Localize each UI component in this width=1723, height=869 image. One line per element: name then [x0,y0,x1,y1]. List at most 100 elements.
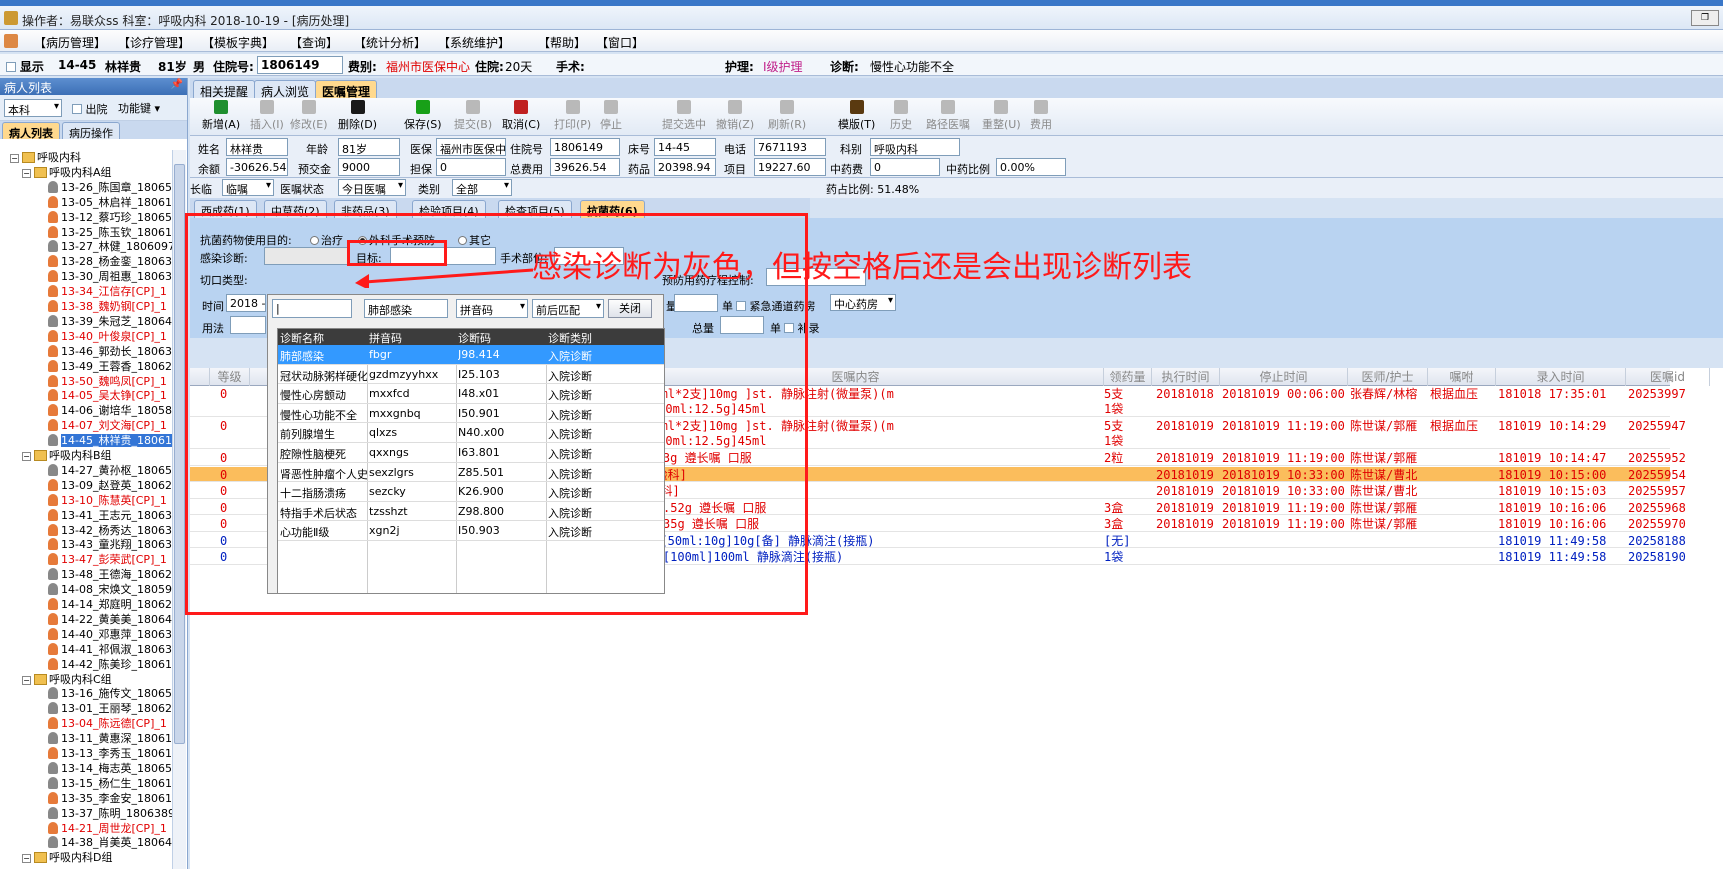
tree-patient[interactable]: 14-21_周世龙[CP]_1 [48,821,167,836]
tree-patient[interactable]: 13-42_杨秀达_18063 [48,523,172,538]
tab-patient-browse[interactable]: 病人浏览 [254,80,317,99]
pharmacy-select[interactable]: 中心药房 [830,294,896,311]
tree-patient[interactable]: 14-38_肖美英_18064 [48,835,172,850]
tree-patient[interactable]: 14-27_黄孙枢_18065 [48,463,172,478]
tree-patient[interactable]: 13-38_魏奶钢[CP]_1 [48,299,167,314]
tab-record-ops[interactable]: 病历操作 [62,122,120,140]
menu-item[interactable]: 【帮助】 [538,33,586,52]
grid-column-header[interactable]: 录入时间 [1496,368,1626,386]
toolbar-button[interactable]: 提交(B) [454,100,492,132]
toolbar-button[interactable]: 保存(S) [404,100,442,132]
scrollbar-thumb[interactable] [174,164,185,744]
collapse-icon[interactable]: − [10,154,19,163]
tree-patient[interactable]: 13-49_王蓉香_18062 [48,359,172,374]
menu-item[interactable]: 【诊疗管理】 [118,33,190,52]
tree-group[interactable]: − 呼吸内科 [10,150,81,165]
age-field[interactable]: 81岁 [338,138,400,156]
tree-patient[interactable]: 14-40_邓惠萍_18063 [48,627,172,642]
toolbar-button[interactable]: 新增(A) [202,100,240,132]
menu-app-icon[interactable] [4,34,18,48]
prepay-field[interactable]: 9000 [338,158,400,176]
toolbar-button[interactable]: 插入(I) [250,100,284,132]
tree-patient[interactable]: 14-41_祁佩淑_18063 [48,642,172,657]
tree-patient[interactable]: 14-22_黄美美_18064 [48,612,172,627]
tree-group[interactable]: − 呼吸内科B组 [22,448,112,463]
tree-patient[interactable]: 14-14_郑庭明_18062 [48,597,172,612]
tree-patient[interactable]: 13-01_王丽琴_18062 [48,701,172,716]
tree-patient[interactable]: 13-34_江信存[CP]_1 [48,284,167,299]
tree-patient[interactable]: 14-06_谢培华_18058 [48,403,172,418]
tree-patient[interactable]: 13-16_施传文_18065 [48,686,172,701]
tree-patient[interactable]: 13-39_朱冠芝_18064 [48,314,172,329]
balance-field[interactable]: -30626.54 [226,158,288,176]
toolbar-button[interactable]: 费用 [1030,100,1052,132]
toolbar-button[interactable]: 路径医嘱 [926,100,970,132]
tree-patient[interactable]: 13-14_梅志英_18065 [48,761,172,776]
tree-patient[interactable]: 13-28_杨金銮_18063 [48,254,172,269]
menu-item[interactable]: 【模板字典】 [202,33,274,52]
tree-patient[interactable]: 13-30_周祖惠_18063 [48,269,172,284]
tree-group[interactable]: − 呼吸内科D组 [22,850,112,865]
tree-patient[interactable]: 13-04_陈远德[CP]_1 [48,716,167,731]
toolbar-button[interactable]: 修改(E) [290,100,328,132]
grid-column-header[interactable]: 停止时间 [1220,368,1348,386]
tree-patient[interactable]: 13-09_赵登英_18062 [48,478,172,493]
category-select[interactable]: 全部 [452,179,512,196]
tree-patient[interactable]: 13-48_王德海_18062 [48,567,172,582]
toolbar-button[interactable]: 停止 [600,100,622,132]
tree-patient[interactable]: 13-41_王志元_18063 [48,508,172,523]
tree-patient[interactable]: 13-47_彭荣武[CP]_1 [48,552,167,567]
admission-no-field[interactable]: 1806149 [550,138,620,156]
toolbar-button[interactable]: 刷新(R) [768,100,806,132]
grid-column-header[interactable]: 医师/护士 [1348,368,1428,386]
grid-column-header[interactable]: 医嘱id [1626,368,1710,386]
tree-patient[interactable]: 13-15_杨仁生_18061 [48,776,172,791]
total-fee-field[interactable]: 39626.54 [550,158,620,176]
tree-patient[interactable]: 13-10_陈慧英[CP]_1 [48,493,167,508]
tree-patient[interactable]: 13-43_童兆翔_18063 [48,537,172,552]
tree-patient[interactable]: 13-05_林启祥_18061 [48,195,172,210]
tree-patient[interactable]: 13-35_李金安_18061 [48,791,172,806]
menu-item[interactable]: 【病历管理】 [34,33,106,52]
guarantee-field[interactable]: 0 [436,158,506,176]
window-restore-button[interactable]: ❐ [1691,10,1719,26]
insurance-field[interactable]: 福州市医保中 [436,138,506,156]
toolbar-button[interactable]: 模版(T) [838,100,875,132]
menu-item[interactable]: 【系统维护】 [438,33,510,52]
tree-group[interactable]: − 呼吸内科A组 [22,165,112,180]
pin-icon[interactable]: 📌 [171,79,183,90]
collapse-icon[interactable]: − [22,452,31,461]
order-type-select[interactable]: 临嘱 [222,179,274,196]
tree-patient[interactable]: 13-40_叶俊泉[CP]_1 [48,329,167,344]
collapse-icon[interactable]: − [22,675,31,685]
grid-column-header[interactable]: 执行时间 [1152,368,1220,386]
tree-patient[interactable]: 13-26_陈国章_18065 [48,180,172,195]
toolbar-button[interactable]: 撤销(Z) [716,100,754,132]
tree-patient[interactable]: 14-45_林祥贵_18061 [48,433,172,448]
toolbar-button[interactable]: 取消(C) [502,100,540,132]
menu-item[interactable]: 【统计分析】 [354,33,426,52]
grid-column-header[interactable]: 领药量 [1104,368,1152,386]
tree-patient[interactable]: 13-27_林健_1806097 [48,239,172,254]
order-status-select[interactable]: 今日医嘱 [338,179,406,196]
tab-reminders[interactable]: 相关提醒 [193,80,256,99]
toolbar-button[interactable]: 历史 [890,100,912,132]
bed-field[interactable]: 14-45 [654,138,716,156]
name-field[interactable]: 林祥贵 [226,138,288,156]
tree-patient[interactable]: 14-08_宋焕文_18059 [48,582,172,597]
cmed-ratio-field[interactable]: 0.00% [996,158,1066,176]
toolbar-button[interactable]: 重整(U) [982,100,1021,132]
toolbar-button[interactable]: 打印(P) [554,100,591,132]
tree-patient[interactable]: 13-13_李秀玉_18061 [48,746,172,761]
drug-fee-field[interactable]: 20398.94 [654,158,716,176]
dept-select[interactable]: 本科 [4,99,62,117]
collapse-icon[interactable]: − [22,168,31,178]
grid-column-header[interactable]: 嘱咐 [1428,368,1496,386]
tab-order-management[interactable]: 医嘱管理 [315,80,378,99]
menu-item[interactable]: 【查询】 [290,33,338,52]
toolbar-button[interactable]: 提交选中 [662,100,706,132]
tree-patient[interactable]: 14-07_刘文海[CP]_1 [48,418,167,433]
tab-patient-list[interactable]: 病人列表 [2,122,60,140]
show-checkbox[interactable]: 显示 [6,58,44,75]
tree-patient[interactable]: 13-25_陈玉钦_18061 [48,225,172,240]
